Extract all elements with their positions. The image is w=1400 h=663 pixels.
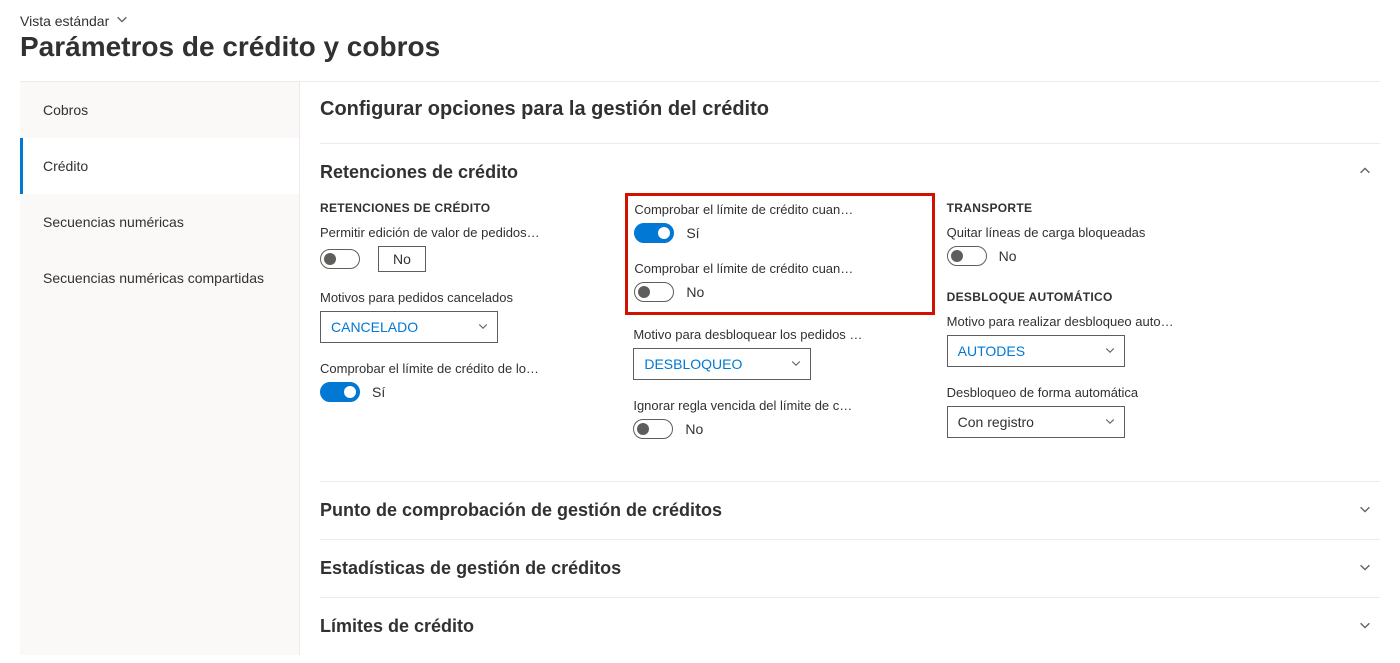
spacer xyxy=(1260,201,1380,457)
field-auto-unblock-mode: Desbloqueo de forma automática Con regis… xyxy=(947,385,1236,438)
section-estadisticas: Estadísticas de gestión de créditos xyxy=(320,539,1380,597)
section-header-punto[interactable]: Punto de comprobación de gestión de créd… xyxy=(320,482,1380,539)
field-cancel-reason: Motivos para pedidos cancelados CANCELAD… xyxy=(320,290,609,343)
toggle-check-credit-cuan2[interactable] xyxy=(634,282,674,302)
sidebar-item-label: Crédito xyxy=(43,158,88,174)
chevron-down-icon xyxy=(1358,502,1372,519)
field-auto-unblock-reason: Motivo para realizar desbloqueo auto… AU… xyxy=(947,314,1236,367)
field-label: Motivo para realizar desbloqueo auto… xyxy=(947,314,1177,329)
chevron-down-icon xyxy=(1104,344,1116,359)
chevron-down-icon xyxy=(1358,618,1372,635)
sidebar-item-secuencias[interactable]: Secuencias numéricas xyxy=(20,194,299,250)
select-auto-unblock-reason[interactable]: AUTODES xyxy=(947,335,1125,367)
section-limites: Límites de crédito xyxy=(320,597,1380,655)
column-heading-transport: TRANSPORTE xyxy=(947,201,1236,215)
toggle-text: No xyxy=(685,421,703,437)
chevron-down-icon xyxy=(115,12,129,29)
field-remove-blocked: Quitar líneas de carga bloqueadas No xyxy=(947,225,1236,266)
field-check-credit-cuan2: Comprobar el límite de crédito cuan… No xyxy=(634,261,921,302)
view-selector[interactable]: Vista estándar xyxy=(20,12,129,29)
column-right: TRANSPORTE Quitar líneas de carga bloque… xyxy=(947,201,1260,457)
content-area: Cobros Crédito Secuencias numéricas Secu… xyxy=(0,81,1400,655)
section-title: Límites de crédito xyxy=(320,616,474,637)
toggle-text: Sí xyxy=(372,384,385,400)
sidebar-item-label: Secuencias numéricas xyxy=(43,214,184,230)
field-label: Motivo para desbloquear los pedidos … xyxy=(633,327,863,342)
toggle-check-credit-cuan1[interactable] xyxy=(634,223,674,243)
sidebar-item-label: Secuencias numéricas compartidas xyxy=(43,270,264,286)
section-retenciones: Retenciones de crédito RETENCIONES DE CR… xyxy=(320,143,1380,481)
chevron-down-icon xyxy=(1358,560,1372,577)
sidebar: Cobros Crédito Secuencias numéricas Secu… xyxy=(20,81,300,655)
toggle-text: Sí xyxy=(686,225,699,241)
select-value: AUTODES xyxy=(958,343,1025,359)
field-label: Motivos para pedidos cancelados xyxy=(320,290,550,305)
chevron-up-icon xyxy=(1358,164,1372,181)
field-label: Quitar líneas de carga bloqueadas xyxy=(947,225,1177,240)
section-title: Retenciones de crédito xyxy=(320,162,518,183)
sidebar-item-label: Cobros xyxy=(43,102,88,118)
column-heading-auto: DESBLOQUE AUTOMÁTICO xyxy=(947,290,1236,304)
section-body-retenciones: RETENCIONES DE CRÉDITO Permitir edición … xyxy=(320,201,1380,481)
column-center: Comprobar el límite de crédito cuan… Sí … xyxy=(633,201,946,457)
field-label: Comprobar el límite de crédito cuan… xyxy=(634,261,864,276)
field-label: Comprobar el límite de crédito de lo… xyxy=(320,361,550,376)
toggle-allow-edit[interactable] xyxy=(320,249,360,269)
field-check-credit-cuan1: Comprobar el límite de crédito cuan… Sí xyxy=(634,202,921,243)
section-punto-comprobacion: Punto de comprobación de gestión de créd… xyxy=(320,481,1380,539)
toggle-text: No xyxy=(686,284,704,300)
section-title: Punto de comprobación de gestión de créd… xyxy=(320,500,722,521)
section-title: Estadísticas de gestión de créditos xyxy=(320,558,621,579)
main-title: Configurar opciones para la gestión del … xyxy=(320,82,1380,143)
field-check-credit-los: Comprobar el límite de crédito de lo… Sí xyxy=(320,361,609,402)
select-value: CANCELADO xyxy=(331,319,418,335)
chevron-down-icon xyxy=(790,357,802,372)
select-cancel-reason[interactable]: CANCELADO xyxy=(320,311,498,343)
select-unblock-reason[interactable]: DESBLOQUEO xyxy=(633,348,811,380)
field-label: Desbloqueo de forma automática xyxy=(947,385,1177,400)
select-value: Con registro xyxy=(958,414,1034,430)
field-allow-edit: Permitir edición de valor de pedidos… No xyxy=(320,225,609,272)
toggle-remove-blocked[interactable] xyxy=(947,246,987,266)
sidebar-item-secuencias-compartidas[interactable]: Secuencias numéricas compartidas xyxy=(20,250,299,306)
select-value: DESBLOQUEO xyxy=(644,356,742,372)
value-box: No xyxy=(378,246,426,272)
section-header-limites[interactable]: Límites de crédito xyxy=(320,598,1380,655)
field-unblock-reason: Motivo para desbloquear los pedidos … DE… xyxy=(633,327,922,380)
column-retenciones: RETENCIONES DE CRÉDITO Permitir edición … xyxy=(320,201,633,457)
chevron-down-icon xyxy=(1104,415,1116,430)
field-label: Permitir edición de valor de pedidos… xyxy=(320,225,550,240)
chevron-down-icon xyxy=(477,320,489,335)
view-selector-label: Vista estándar xyxy=(20,13,109,29)
field-ignore-expired: Ignorar regla vencida del límite de c… N… xyxy=(633,398,922,439)
select-auto-unblock-mode[interactable]: Con registro xyxy=(947,406,1125,438)
page-header: Vista estándar Parámetros de crédito y c… xyxy=(0,0,1400,81)
highlight-box: Comprobar el límite de crédito cuan… Sí … xyxy=(625,193,934,315)
toggle-check-credit-los[interactable] xyxy=(320,382,360,402)
page-title: Parámetros de crédito y cobros xyxy=(20,31,1380,63)
main-panel: Configurar opciones para la gestión del … xyxy=(300,81,1380,655)
sidebar-item-credito[interactable]: Crédito xyxy=(20,138,299,194)
toggle-ignore-expired[interactable] xyxy=(633,419,673,439)
field-label: Comprobar el límite de crédito cuan… xyxy=(634,202,864,217)
field-label: Ignorar regla vencida del límite de c… xyxy=(633,398,863,413)
sidebar-item-cobros[interactable]: Cobros xyxy=(20,82,299,138)
section-header-estadisticas[interactable]: Estadísticas de gestión de créditos xyxy=(320,540,1380,597)
column-heading: RETENCIONES DE CRÉDITO xyxy=(320,201,609,215)
toggle-text: No xyxy=(999,248,1017,264)
